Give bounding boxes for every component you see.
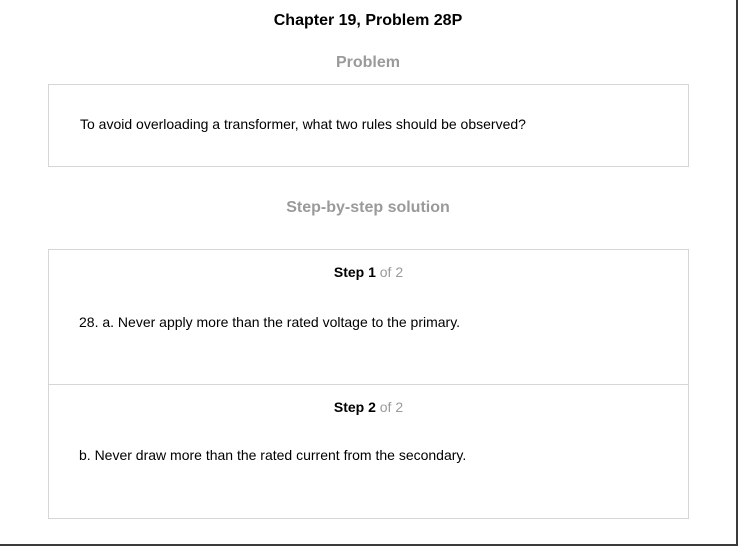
solution-step-1: Step 1 of 2 28. a. Never apply more than… <box>49 250 688 385</box>
step-2-text: b. Never draw more than the rated curren… <box>79 447 467 463</box>
page-title: Chapter 19, Problem 28P <box>273 12 463 29</box>
step-1-label: Step 1 <box>333 264 376 280</box>
step-1-count: of 2 <box>379 264 404 280</box>
step-2-count: of 2 <box>379 399 404 415</box>
step-2-label: Step 2 <box>333 399 376 415</box>
solution-heading: Step-by-step solution <box>286 199 450 216</box>
step-1-text: 28. a. Never apply more than the rated v… <box>79 314 461 330</box>
problem-box: To avoid overloading a transformer, what… <box>48 84 689 167</box>
solution-step-2: Step 2 of 2 b. Never draw more than the … <box>49 385 688 518</box>
problem-heading: Problem <box>335 54 400 71</box>
step-1-header: Step 1 of 2 <box>49 263 688 281</box>
solution-box: Step 1 of 2 28. a. Never apply more than… <box>48 249 689 519</box>
step-2-header: Step 2 of 2 <box>49 398 688 416</box>
problem-text: To avoid overloading a transformer, what… <box>80 116 526 132</box>
